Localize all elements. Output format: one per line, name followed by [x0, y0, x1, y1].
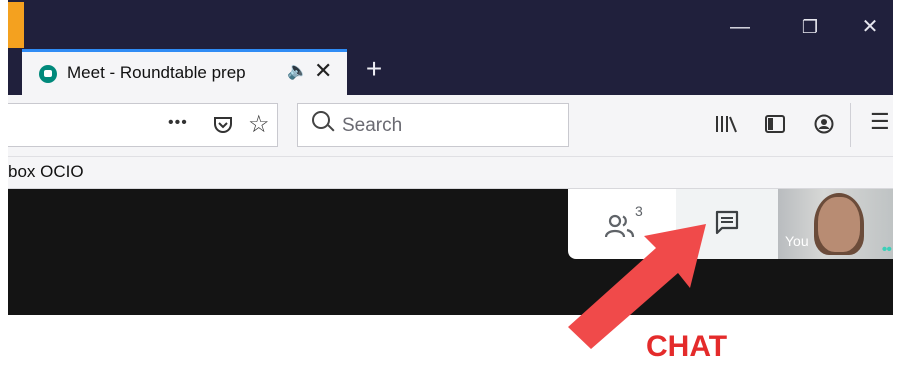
search-icon — [312, 111, 330, 129]
chat-icon — [715, 210, 739, 235]
meet-call-area: 3 You •• — [8, 189, 893, 315]
url-bar[interactable]: ••• ☆ — [8, 103, 278, 147]
meet-top-controls: 3 — [568, 189, 778, 259]
title-bar: — ❐ ✕ Meet - Roundtable prep 🔈 ✕ + — [8, 0, 893, 95]
tab-title: Meet - Roundtable prep — [67, 63, 246, 82]
restore-button[interactable]: ❐ — [787, 9, 833, 45]
toolbar-divider — [850, 103, 851, 147]
audio-indicator-icon: •• — [881, 241, 892, 258]
meet-favicon-icon — [39, 65, 57, 83]
page-actions-more-icon[interactable]: ••• — [168, 114, 188, 132]
window-edge-accent — [8, 2, 24, 48]
self-video-face — [818, 197, 860, 252]
close-window-button[interactable]: ✕ — [847, 9, 893, 45]
self-video-tile[interactable]: You •• — [778, 189, 893, 259]
participants-button[interactable]: 3 — [568, 189, 676, 259]
new-tab-button[interactable]: + — [359, 51, 389, 87]
minimize-button[interactable]: — — [717, 9, 763, 45]
speaker-icon[interactable]: 🔈 — [287, 61, 308, 81]
bookmark-item[interactable]: box OCIO — [8, 162, 84, 182]
account-icon[interactable] — [814, 114, 834, 134]
people-icon — [605, 214, 635, 238]
self-label: You — [785, 233, 809, 249]
bookmarks-toolbar: box OCIO — [8, 157, 893, 189]
pocket-icon[interactable] — [212, 114, 234, 136]
menu-icon[interactable]: ☰ — [870, 109, 890, 135]
bookmark-star-icon[interactable]: ☆ — [248, 110, 270, 139]
chat-button[interactable] — [676, 189, 778, 259]
tab-meet[interactable]: Meet - Roundtable prep 🔈 ✕ — [22, 49, 347, 95]
chat-callout-label: CHAT — [646, 330, 728, 363]
tab-close-icon[interactable]: ✕ — [314, 58, 332, 84]
sidebar-icon[interactable] — [765, 115, 785, 133]
screenshot-frame: — ❐ ✕ Meet - Roundtable prep 🔈 ✕ + ••• ☆… — [8, 0, 893, 315]
library-icon[interactable] — [715, 115, 737, 133]
search-input[interactable]: Search — [297, 103, 569, 147]
navigation-toolbar: ••• ☆ Search ☰ — [8, 95, 893, 157]
participants-count: 3 — [635, 203, 643, 219]
search-placeholder: Search — [342, 115, 403, 136]
